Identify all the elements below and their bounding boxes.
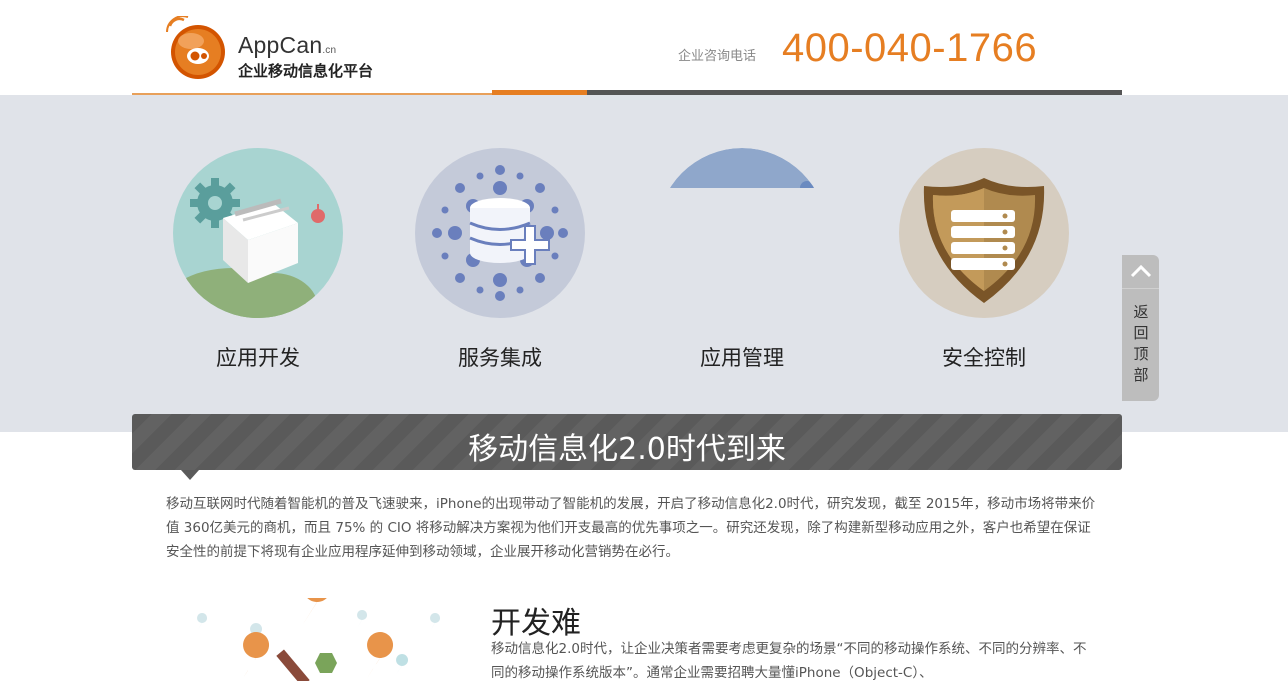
dev-difficulty-title: 开发难 (491, 606, 581, 641)
feature-label: 安全控制 (942, 346, 1026, 370)
section-banner: 移动信息化2.0时代到来 (132, 414, 1122, 480)
back-to-top-label: 返回顶部 (1133, 303, 1149, 384)
site-header: AppCan.cn 企业移动信息化平台 企业咨询电话 400-040-1766 (132, 0, 1122, 95)
feature-service-integration[interactable]: 服务集成 (379, 148, 621, 372)
security-control-icon (899, 148, 1069, 318)
feature-security-control[interactable]: 安全控制 (863, 148, 1105, 372)
page: AppCan.cn 企业移动信息化平台 企业咨询电话 400-040-1766 (0, 0, 1288, 681)
logo-brand-text: AppCan.cn (238, 32, 336, 59)
dev-difficulty-text: 移动信息化2.0时代，让企业决策者需要考虑更复杂的场景“不同的移动操作系统、不同… (491, 641, 1087, 681)
service-integration-icon (415, 148, 585, 318)
features-band: 应用开发 服务集成 应用管理 安全控制 (0, 95, 1288, 432)
appcan-logo-icon (166, 16, 225, 79)
logo-tagline: 企业移动信息化平台 (238, 62, 374, 80)
app-management-icon (657, 148, 827, 318)
appcan-logo[interactable]: AppCan.cn 企业移动信息化平台 (164, 10, 394, 80)
feature-label: 服务集成 (458, 346, 542, 370)
chevron-up-icon (1122, 255, 1159, 289)
back-to-top-button[interactable]: 返回顶部 (1122, 255, 1159, 401)
feature-app-management[interactable]: 应用管理 (621, 148, 863, 372)
app-development-icon (173, 148, 343, 318)
logo-brand-main: AppCan (238, 32, 323, 58)
dev-difficulty-illustration (190, 598, 460, 681)
hotline-label: 企业咨询电话 (678, 49, 757, 64)
banner-pointer (181, 470, 199, 480)
feature-label: 应用管理 (700, 346, 784, 370)
feature-app-development[interactable]: 应用开发 (137, 148, 379, 372)
feature-label: 应用开发 (216, 346, 300, 370)
hotline-number[interactable]: 400-040-1766 (782, 26, 1037, 71)
logo-brand-sub: .cn (322, 45, 337, 56)
section-title: 移动信息化2.0时代到来 (468, 432, 786, 467)
section-intro: 移动互联网时代随着智能机的普及飞速驶来，iPhone的出现带动了智能机的发展，开… (166, 496, 1096, 560)
